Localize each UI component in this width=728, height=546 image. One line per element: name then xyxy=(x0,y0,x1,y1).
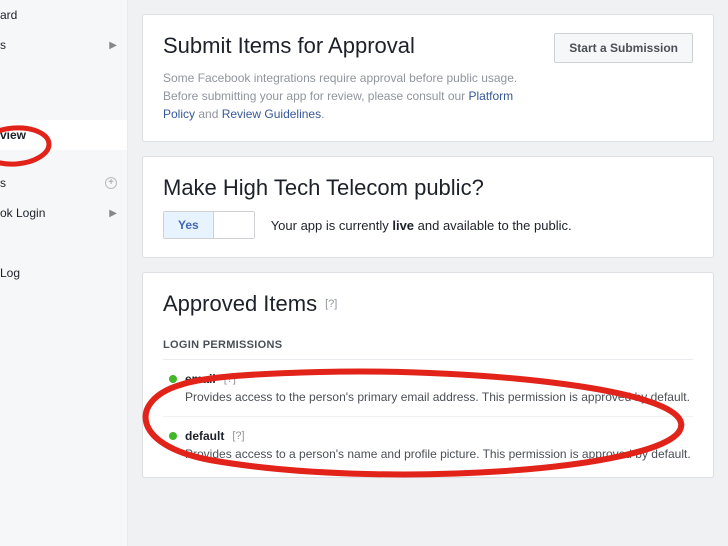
sidebar: ard s ▶ view s + ok Login ▶ Log xyxy=(0,0,128,546)
sidebar-item-label: view xyxy=(0,128,117,142)
review-guidelines-link[interactable]: Review Guidelines xyxy=(222,107,321,121)
submit-title: Submit Items for Approval xyxy=(163,33,538,59)
approved-card: Approved Items [?] LOGIN PERMISSIONS ema… xyxy=(142,272,714,478)
submit-description: Some Facebook integrations require appro… xyxy=(163,69,538,123)
permission-name: email xyxy=(185,372,216,386)
plus-icon: + xyxy=(105,177,117,189)
start-submission-button[interactable]: Start a Submission xyxy=(554,33,693,63)
public-card: Make High Tech Telecom public? Yes Your … xyxy=(142,156,714,258)
submit-card: Submit Items for Approval Some Facebook … xyxy=(142,14,714,142)
sidebar-item-label: Log xyxy=(0,266,117,280)
chevron-right-icon: ▶ xyxy=(109,40,117,51)
sidebar-item-dashboard[interactable]: ard xyxy=(0,0,127,30)
status-dot-icon xyxy=(169,375,177,383)
login-permissions-header: LOGIN PERMISSIONS xyxy=(163,329,693,360)
sidebar-item-label: s xyxy=(0,176,105,190)
sidebar-item-label: ard xyxy=(0,8,117,22)
main-content: Submit Items for Approval Some Facebook … xyxy=(128,0,728,546)
approved-title: Approved Items xyxy=(163,291,317,317)
permission-default: default [?] Provides access to a person'… xyxy=(163,417,693,465)
sidebar-item-facebook-login[interactable]: ok Login ▶ xyxy=(0,198,127,228)
public-title: Make High Tech Telecom public? xyxy=(163,175,693,201)
help-icon[interactable]: [?] xyxy=(325,298,337,310)
permission-description: Provides access to a person's name and p… xyxy=(185,447,693,461)
help-icon[interactable]: [?] xyxy=(224,373,236,385)
sidebar-item-activity-log[interactable]: Log xyxy=(0,258,127,288)
sidebar-item-app-review[interactable]: view xyxy=(0,120,127,150)
permission-description: Provides access to the person's primary … xyxy=(185,390,693,404)
permission-email: email [?] Provides access to the person'… xyxy=(163,360,693,417)
help-icon[interactable]: [?] xyxy=(232,430,244,442)
status-dot-icon xyxy=(169,432,177,440)
sidebar-item-label: s xyxy=(0,38,109,52)
chevron-right-icon: ▶ xyxy=(109,208,117,219)
sidebar-item-products[interactable]: s + xyxy=(0,168,127,198)
permission-name: default xyxy=(185,429,224,443)
sidebar-item-roles[interactable]: s ▶ xyxy=(0,30,127,60)
toggle-no[interactable] xyxy=(214,212,254,238)
toggle-yes[interactable]: Yes xyxy=(164,212,214,238)
sidebar-item-label: ok Login xyxy=(0,206,109,220)
public-status-text: Your app is currently live and available… xyxy=(271,218,572,233)
public-toggle[interactable]: Yes xyxy=(163,211,255,239)
